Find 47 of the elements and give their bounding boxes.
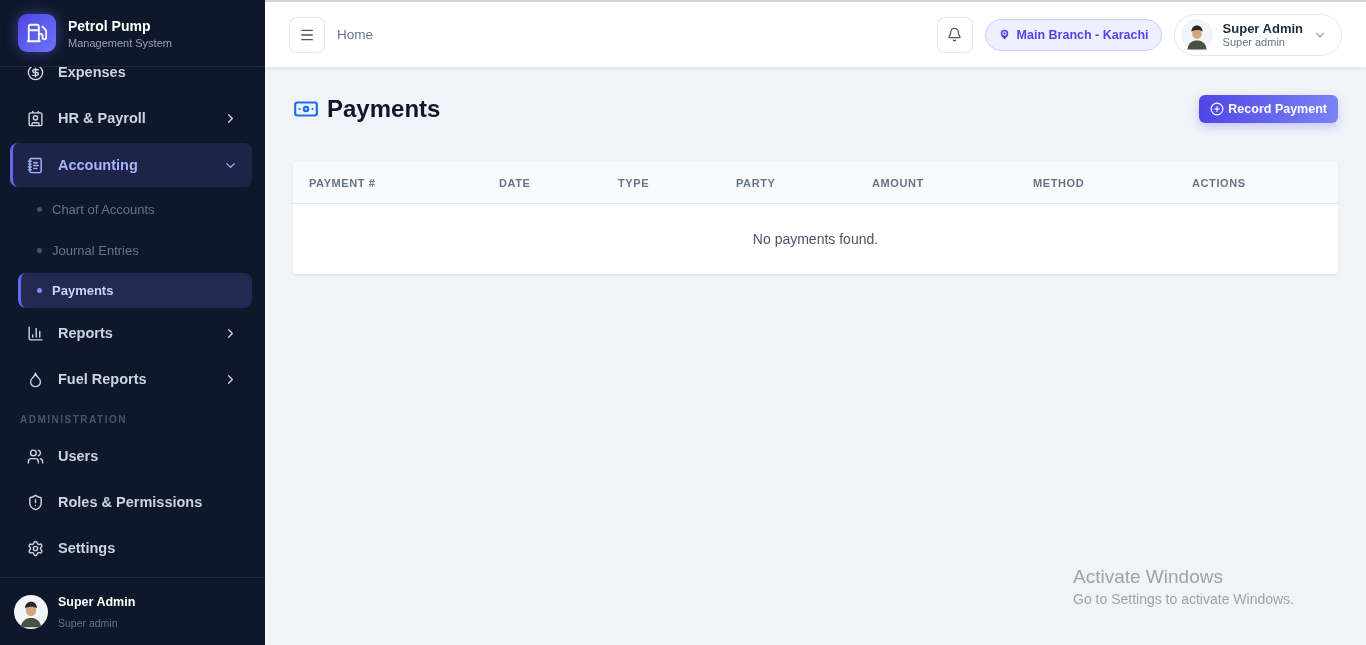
menu-item-icon bbox=[27, 493, 44, 511]
sidebar-item[interactable]: Users bbox=[10, 435, 252, 477]
menu-button[interactable] bbox=[289, 16, 325, 53]
brand-title: Petrol Pump bbox=[68, 17, 152, 34]
submenu-item[interactable]: Chart of Accounts bbox=[18, 191, 252, 228]
column-header: ACTIONS bbox=[1191, 176, 1247, 189]
menu-item-icon bbox=[27, 370, 44, 388]
column-header: DATE bbox=[498, 176, 532, 189]
column-header: PAYMENT # bbox=[308, 176, 377, 189]
sidebar-item[interactable]: Fuel Reports bbox=[10, 358, 252, 400]
sidebar-item[interactable]: Expenses bbox=[10, 67, 252, 93]
menu-item-icon bbox=[27, 324, 44, 342]
activation-text: Go to Settings to activate Windows. bbox=[1073, 591, 1294, 607]
sidebar-item[interactable]: Accounting bbox=[10, 143, 252, 187]
column-header: TYPE bbox=[617, 176, 651, 189]
column-header: PARTY bbox=[735, 176, 777, 189]
plus-circle-icon bbox=[1210, 102, 1225, 116]
sidebar-item[interactable]: Reports bbox=[10, 312, 252, 354]
column-header: AMOUNT bbox=[871, 176, 925, 189]
user-name: Super Admin bbox=[58, 594, 136, 609]
sidebar-item[interactable]: Roles & Permissions bbox=[10, 481, 252, 523]
column-header: METHOD bbox=[1032, 176, 1086, 189]
menu-item-icon bbox=[27, 67, 44, 81]
menu-item-icon bbox=[27, 109, 44, 127]
sidebar-section-label: ADMINISTRATION bbox=[19, 413, 128, 427]
empty-message: No payments found. bbox=[752, 231, 879, 247]
submenu-item[interactable]: Journal Entries bbox=[18, 232, 252, 269]
menu-item-icon bbox=[27, 447, 44, 465]
submenu-item[interactable]: Payments bbox=[18, 273, 252, 308]
avatar-icon bbox=[14, 594, 48, 629]
page-title: Payments bbox=[327, 95, 441, 123]
brand-subtitle: Management System bbox=[68, 36, 172, 49]
record-payment-button[interactable]: Record Payment bbox=[1199, 95, 1338, 123]
map-pin-icon bbox=[997, 28, 1011, 41]
fuel-pump-logo bbox=[18, 14, 56, 52]
avatar-icon bbox=[1180, 18, 1213, 51]
branch-selector[interactable]: Main Branch - Karachi bbox=[984, 18, 1162, 51]
user-role: Super admin bbox=[58, 616, 119, 629]
breadcrumb: Home bbox=[337, 27, 374, 42]
user-menu-button[interactable]: Super Admin Super admin bbox=[1173, 13, 1342, 56]
notification-button[interactable] bbox=[936, 16, 973, 53]
activation-title: Activate Windows bbox=[1073, 566, 1224, 588]
sidebar-item[interactable]: Settings bbox=[10, 527, 252, 569]
menu-item-icon bbox=[27, 156, 44, 174]
bell-icon bbox=[947, 27, 963, 42]
menu-item-icon bbox=[27, 539, 44, 557]
sidebar-item[interactable]: HR & Payroll bbox=[10, 97, 252, 139]
